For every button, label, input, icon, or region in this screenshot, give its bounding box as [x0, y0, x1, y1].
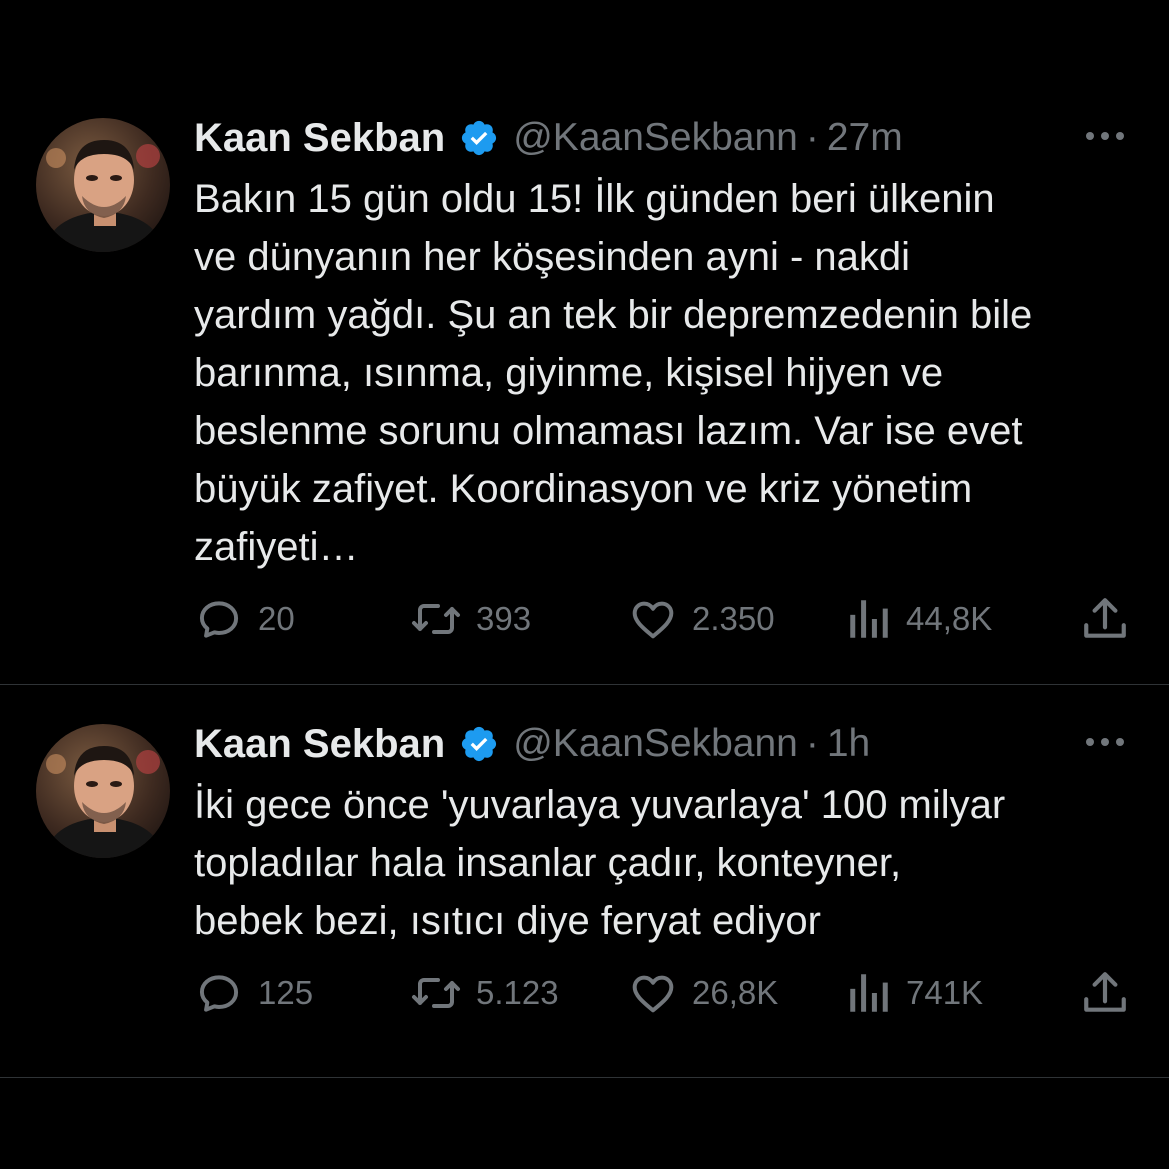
- author-name[interactable]: Kaan Sekban: [194, 722, 445, 767]
- verified-badge-icon: [459, 118, 499, 158]
- avatar[interactable]: [36, 724, 170, 858]
- tweet[interactable]: Kaan Sekban @KaanSekbann · 1h İki gece ö…: [0, 718, 1169, 1078]
- like-button[interactable]: 2.350: [628, 594, 775, 644]
- reply-count: 125: [258, 974, 314, 1011]
- tweet-actions: 20 393 2.350 44,8K: [194, 594, 1134, 644]
- verified-badge-icon: [459, 724, 499, 764]
- reply-bubble-icon: [194, 594, 244, 644]
- author-name[interactable]: Kaan Sekban: [194, 116, 445, 161]
- avatar[interactable]: [36, 118, 170, 252]
- like-button[interactable]: 26,8K: [628, 968, 778, 1018]
- more-dots-icon[interactable]: [1083, 728, 1127, 756]
- like-count: 26,8K: [692, 974, 779, 1011]
- retweet-button[interactable]: 5.123: [410, 968, 559, 1018]
- separator-dot: ·: [805, 722, 819, 765]
- views-count: 44,8K: [906, 600, 993, 637]
- reply-button[interactable]: 20: [194, 594, 295, 644]
- tweet-text: Bakın 15 gün oldu 15! İlk günden beri ül…: [194, 177, 1033, 569]
- retweet-arrows-icon: [410, 594, 462, 644]
- tweet-header: Kaan Sekban @KaanSekbann · 1h: [194, 720, 870, 768]
- views-button[interactable]: 741K: [846, 968, 983, 1018]
- retweet-count: 393: [476, 600, 532, 637]
- tweet-header: Kaan Sekban @KaanSekbann · 27m: [194, 114, 903, 162]
- share-button[interactable]: [1082, 594, 1128, 644]
- share-button[interactable]: [1082, 968, 1128, 1018]
- views-count: 741K: [906, 974, 984, 1011]
- share-upload-icon: [1082, 968, 1128, 1018]
- timestamp[interactable]: 1h: [827, 722, 870, 766]
- more-dots-icon[interactable]: [1083, 122, 1127, 150]
- reply-count: 20: [258, 600, 295, 637]
- reply-bubble-icon: [194, 968, 244, 1018]
- tweet-divider: [0, 1077, 1169, 1078]
- author-handle[interactable]: @KaanSekbann: [513, 722, 798, 766]
- views-bars-icon: [846, 968, 892, 1018]
- tweet[interactable]: Kaan Sekban @KaanSekbann · 27m Bakın 15 …: [0, 112, 1169, 684]
- like-count: 2.350: [692, 600, 775, 637]
- views-button[interactable]: 44,8K: [846, 594, 992, 644]
- views-bars-icon: [846, 594, 892, 644]
- tweet-divider: [0, 684, 1169, 685]
- tweet-text: İki gece önce 'yuvarlaya yuvarlaya' 100 …: [194, 783, 1006, 943]
- retweet-count: 5.123: [476, 974, 559, 1011]
- reply-button[interactable]: 125: [194, 968, 313, 1018]
- heart-icon: [628, 594, 678, 644]
- tweet-actions: 125 5.123 26,8K 741K: [194, 968, 1134, 1018]
- timestamp[interactable]: 27m: [827, 116, 903, 160]
- author-handle[interactable]: @KaanSekbann: [513, 116, 798, 160]
- heart-icon: [628, 968, 678, 1018]
- retweet-button[interactable]: 393: [410, 594, 531, 644]
- share-upload-icon: [1082, 594, 1128, 644]
- retweet-arrows-icon: [410, 968, 462, 1018]
- separator-dot: ·: [805, 116, 819, 159]
